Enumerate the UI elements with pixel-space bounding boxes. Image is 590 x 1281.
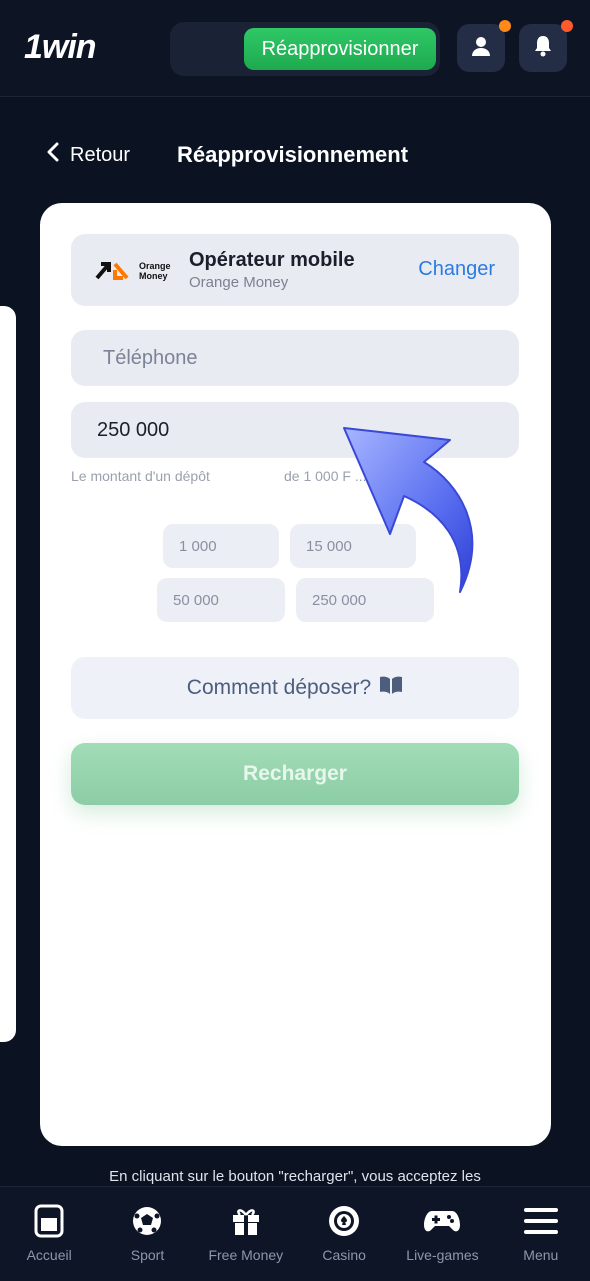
- chevron-left-icon: [46, 142, 60, 168]
- recharge-button[interactable]: Recharger: [71, 743, 519, 805]
- svg-text:Money: Money: [139, 271, 168, 281]
- payment-method-box[interactable]: Orange Money Opérateur mobile Orange Mon…: [71, 234, 519, 306]
- back-label: Retour: [70, 143, 131, 166]
- notification-dot: [499, 20, 511, 32]
- side-panel-edge: [0, 306, 16, 1042]
- svg-text:Orange: Orange: [139, 261, 171, 271]
- book-icon: [379, 675, 403, 701]
- orange-money-logo: Orange Money: [95, 258, 175, 282]
- terms-text: En cliquant sur le bouton "recharger", v…: [109, 1168, 481, 1185]
- profile-button[interactable]: [457, 20, 511, 72]
- operator-name: Orange Money: [189, 274, 289, 291]
- bell-icon: [533, 35, 553, 62]
- nav-item-menu[interactable]: Menu: [492, 1187, 590, 1281]
- menu-icon: [523, 1203, 559, 1239]
- phone-field[interactable]: Téléphone: [71, 330, 519, 386]
- user-icon: [470, 35, 492, 62]
- how-to-deposit-button[interactable]: Comment déposer?: [71, 657, 519, 719]
- quick-amount-chip[interactable]: 250 000: [296, 578, 434, 622]
- deposit-button[interactable]: Réapprovisionner: [244, 28, 436, 70]
- notifications-button[interactable]: [519, 20, 573, 72]
- amount-hint: Le montant d'un dépôt: [71, 468, 210, 484]
- nav-item-sport[interactable]: Sport: [98, 1187, 196, 1281]
- nav-item-free-money[interactable]: Free Money: [197, 1187, 295, 1281]
- nav-item-casino[interactable]: Casino: [295, 1187, 393, 1281]
- nav-label: Casino: [322, 1247, 366, 1263]
- soccer-ball-icon: [129, 1203, 165, 1239]
- notification-dot: [561, 20, 573, 32]
- quick-amount-chip[interactable]: 1 000: [163, 524, 279, 568]
- nav-item-live-games[interactable]: Live-games: [393, 1187, 491, 1281]
- back-link[interactable]: Retour: [46, 142, 130, 168]
- how-to-label: Comment déposer?: [186, 676, 372, 699]
- gift-icon: [228, 1203, 264, 1239]
- operator-title: Opérateur mobile: [189, 249, 355, 271]
- nav-label: Accueil: [26, 1247, 72, 1263]
- brand-logo[interactable]: 1win: [24, 28, 97, 67]
- nav-label: Free Money: [208, 1247, 284, 1263]
- deposit-card: Orange Money Opérateur mobile Orange Mon…: [40, 203, 551, 1146]
- change-method-link[interactable]: Changer: [418, 258, 495, 281]
- range-hint: de 1 000 F ... 00: [284, 468, 386, 484]
- gamepad-icon: [424, 1203, 461, 1239]
- quick-amount-chip[interactable]: 15 000: [290, 524, 416, 568]
- page-title: Réapprovisionnement: [177, 142, 409, 167]
- casino-chip-icon: [326, 1203, 362, 1239]
- amount-field[interactable]: 250 000: [71, 402, 519, 458]
- nav-item-accueil[interactable]: Accueil: [0, 1187, 98, 1281]
- quick-amount-chip[interactable]: 50 000: [157, 578, 285, 622]
- bottom-nav: Accueil Sport Free Money Casino Live-gam…: [0, 1186, 590, 1281]
- home-icon: [31, 1203, 67, 1239]
- top-header: 1win Réapprovisionner: [0, 0, 590, 97]
- nav-label: Menu: [523, 1247, 559, 1263]
- nav-label: Sport: [130, 1247, 165, 1263]
- nav-label: Live-games: [406, 1247, 479, 1263]
